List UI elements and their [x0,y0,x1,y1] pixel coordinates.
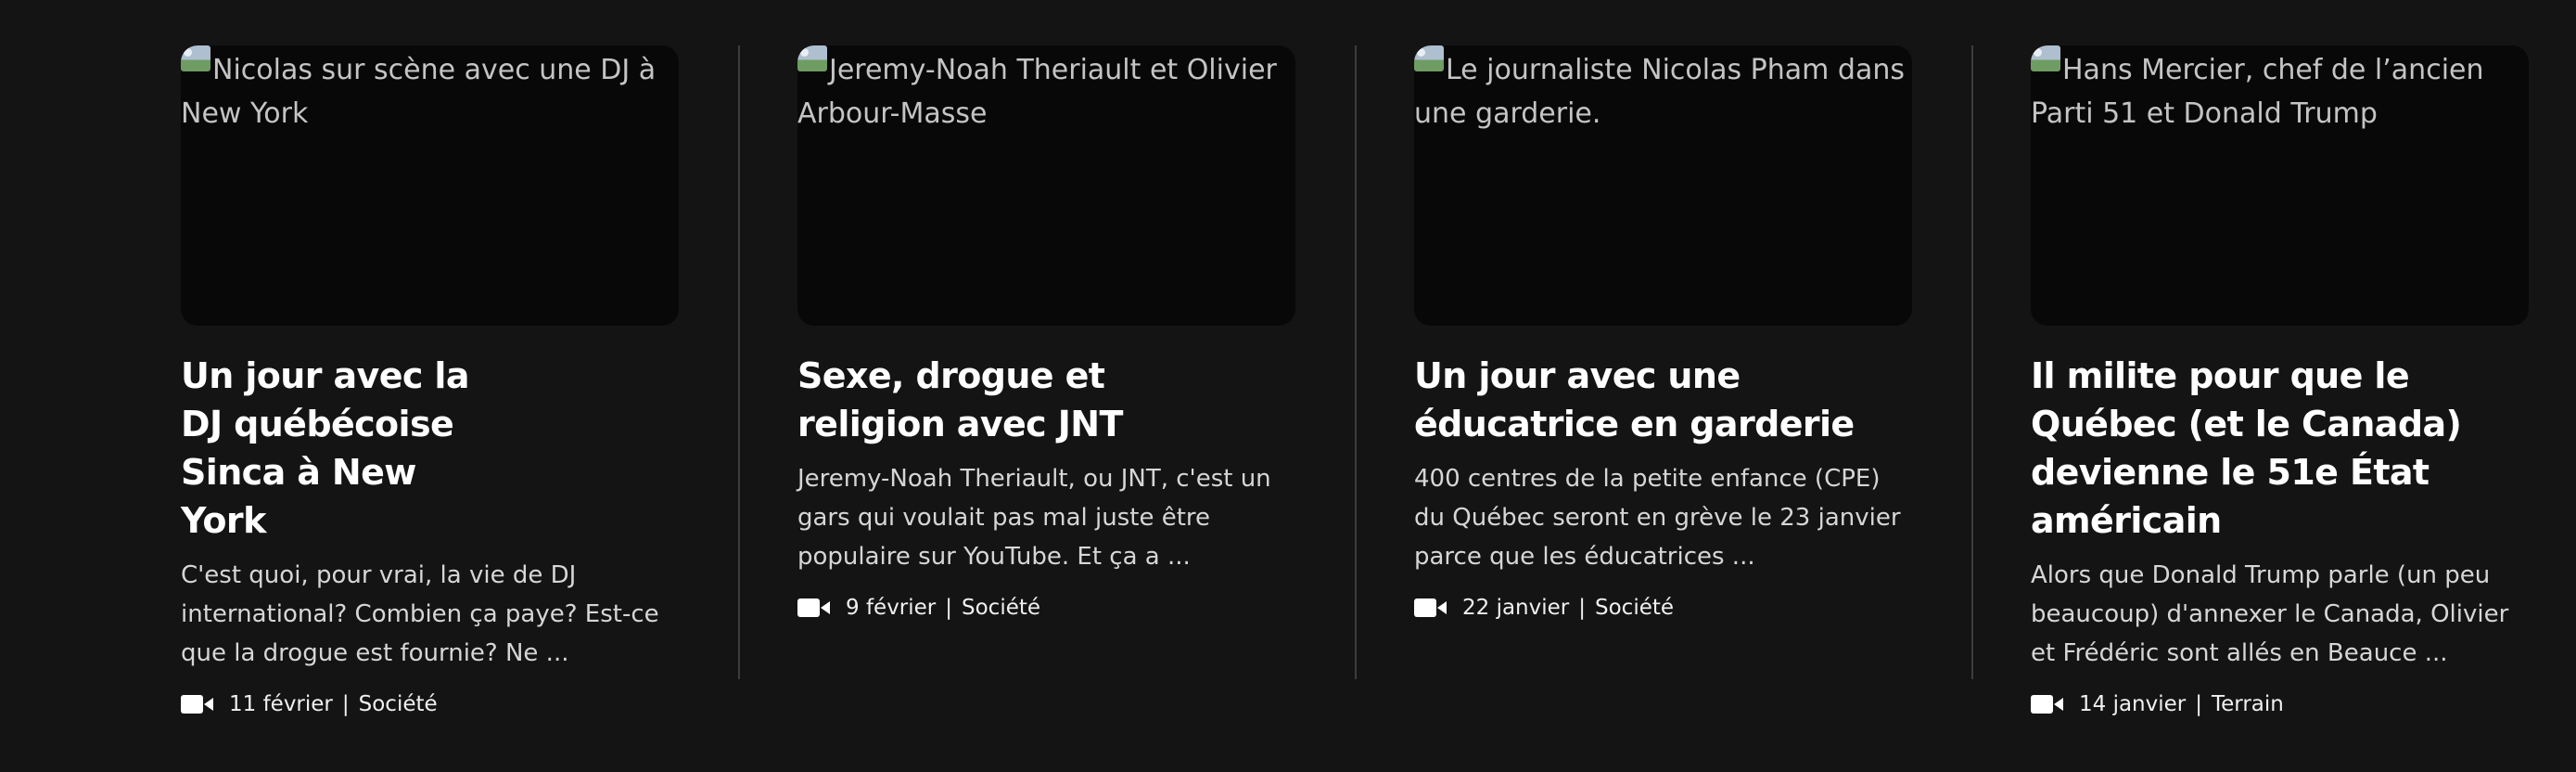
thumbnail-alt-text: Nicolas sur scène avec une DJ à New York [181,54,657,130]
meta-separator: | [2195,692,2202,716]
video-camera-icon [181,693,214,715]
column-divider [1971,45,1973,679]
article-meta: 22 janvier | Société [1414,591,1912,624]
article-meta: 11 février | Société [181,688,679,721]
article-thumbnail[interactable]: Le journaliste Nicolas Pham dans une gar… [1414,45,1912,326]
article-thumbnail[interactable]: Jeremy-Noah Theriault et Olivier Arbour-… [797,45,1295,326]
article-date: 9 février [846,596,937,620]
column-divider [1355,45,1357,679]
article-category[interactable]: Société [1595,596,1674,620]
article-date: 14 janvier [2079,692,2187,716]
article-category[interactable]: Société [359,692,438,716]
article-thumbnail[interactable]: Nicolas sur scène avec une DJ à New York [181,45,679,326]
article-meta: 9 février | Société [797,591,1295,624]
meta-separator: | [1578,596,1586,620]
article-thumbnail[interactable]: Hans Mercier, chef de l’ancien Parti 51 … [2031,45,2529,326]
article-grid: Nicolas sur scène avec une DJ à New York… [181,45,2529,721]
article-category[interactable]: Société [962,596,1040,620]
article-date: 11 février [229,692,333,716]
thumbnail-alt-text: Jeremy-Noah Theriault et Olivier Arbour-… [797,54,1277,130]
article-title[interactable]: Il milite pour que le Québec (et le Cana… [2031,352,2529,545]
article-card[interactable]: Nicolas sur scène avec une DJ à New York… [181,45,679,721]
article-date: 22 janvier [1462,596,1570,620]
thumbnail-alt-text: Le journaliste Nicolas Pham dans une gar… [1414,54,1905,130]
meta-separator: | [341,692,350,716]
video-camera-icon [1414,597,1447,619]
column-divider [738,45,740,679]
article-card[interactable]: Jeremy-Noah Theriault et Olivier Arbour-… [738,45,1295,721]
article-description: Jeremy-Noah Theriault, ou JNT, c'est un … [797,465,1271,571]
article-title[interactable]: Un jour avec la DJ québécoise Sinca à Ne… [181,352,496,545]
article-title[interactable]: Sexe, drogue et religion avec JNT [797,352,1224,448]
article-description: Alors que Donald Trump parle (un peu bea… [2031,561,2509,667]
article-description: C'est quoi, pour vrai, la vie de DJ inte… [181,561,659,667]
video-camera-icon [797,597,831,619]
thumbnail-alt-text: Hans Mercier, chef de l’ancien Parti 51 … [2031,54,2484,130]
article-description: 400 centres de la petite enfance (CPE) d… [1414,465,1901,571]
article-card[interactable]: Hans Mercier, chef de l’ancien Parti 51 … [1971,45,2529,721]
article-meta: 14 janvier | Terrain [2031,688,2529,721]
article-category[interactable]: Terrain [2212,692,2284,716]
meta-separator: | [945,596,953,620]
article-title[interactable]: Un jour avec une éducatrice en garderie [1414,352,1912,448]
article-card[interactable]: Le journaliste Nicolas Pham dans une gar… [1355,45,1912,721]
video-camera-icon [2031,693,2064,715]
